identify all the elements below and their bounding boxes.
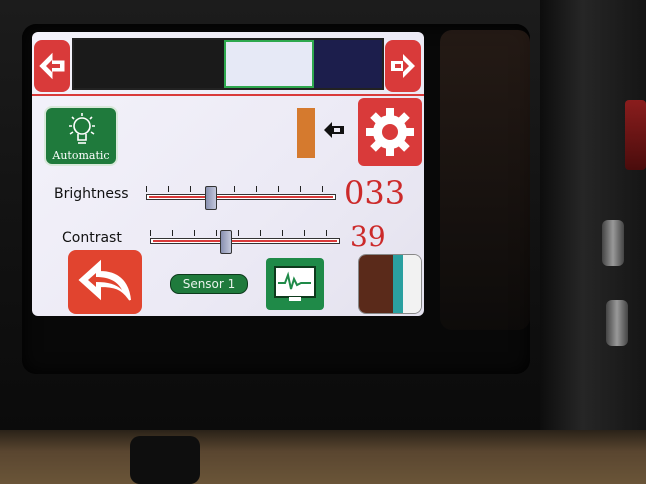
mode-label: Automatic	[52, 149, 110, 162]
slider-ticks	[146, 186, 336, 192]
brightness-label: Brightness	[54, 186, 129, 202]
back-arrow-icon	[78, 259, 131, 301]
arrow-right-icon	[391, 54, 415, 78]
color-bar	[359, 255, 393, 313]
contrast-value: 39	[350, 220, 386, 253]
slider-thumb[interactable]	[205, 186, 217, 210]
slider-track[interactable]	[146, 194, 336, 200]
lightbulb-icon	[69, 113, 95, 144]
sensor-selector[interactable]: Sensor 1	[170, 274, 248, 294]
connector-port	[602, 220, 624, 266]
back-button[interactable]	[68, 250, 142, 314]
color-swatch[interactable]	[74, 40, 224, 88]
slider-ticks	[150, 230, 340, 236]
graph-button[interactable]	[266, 258, 324, 310]
connector-port	[606, 300, 628, 346]
arrow-left-icon	[324, 122, 344, 138]
brightness-value: 033	[344, 174, 406, 212]
gear-icon	[366, 108, 414, 156]
wooden-surface	[0, 430, 646, 484]
previous-button[interactable]	[34, 40, 70, 92]
color-swatch-selected[interactable]	[224, 40, 314, 88]
color-selector-strip	[72, 38, 384, 90]
arrow-left-icon	[39, 52, 65, 80]
header-divider	[32, 94, 424, 96]
slider-thumb[interactable]	[220, 230, 232, 254]
glass-reflection	[440, 30, 530, 330]
brightness-slider[interactable]	[146, 182, 336, 210]
contrast-slider[interactable]	[150, 226, 340, 254]
color-preview-button[interactable]	[358, 254, 422, 314]
color-bar	[393, 255, 403, 313]
waveform-monitor-icon	[274, 266, 316, 301]
current-color-indicator	[297, 108, 315, 158]
slider-track[interactable]	[150, 238, 340, 244]
black-cable	[130, 436, 200, 484]
color-bar	[403, 255, 421, 313]
red-cable	[625, 100, 646, 170]
next-button[interactable]	[385, 40, 421, 92]
contrast-label: Contrast	[62, 230, 122, 246]
lcd-screen: Automatic Brightness 033 Contrast 39 Sen…	[32, 32, 424, 316]
automatic-mode-button[interactable]: Automatic	[44, 106, 118, 166]
device-side-panel	[540, 0, 646, 440]
settings-button[interactable]	[358, 98, 422, 166]
color-swatch[interactable]	[314, 40, 382, 88]
